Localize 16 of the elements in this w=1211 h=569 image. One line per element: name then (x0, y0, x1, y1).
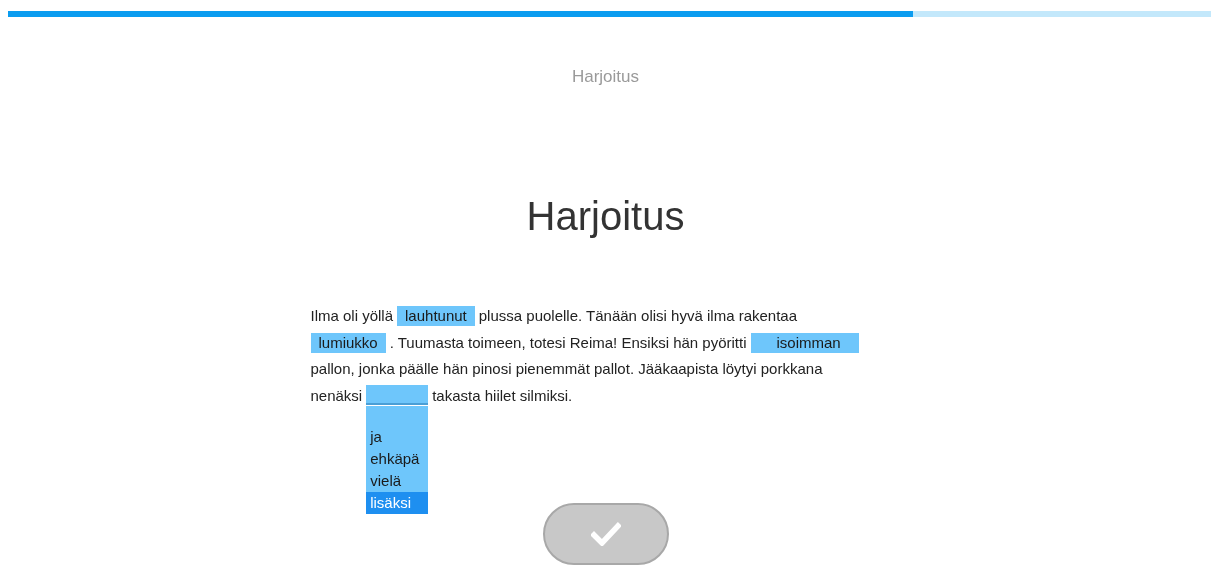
passage-text: Ilma oli yöllä (310, 307, 394, 324)
checkmark-icon (590, 522, 621, 546)
page-header: Harjoitus (571, 67, 640, 87)
dropdown-option[interactable]: ja (366, 425, 429, 448)
passage-text: plussa puolelle. Tänään olisi hyvä ilma rakentaa (478, 307, 797, 324)
passage-text: takasta hiilet silmiksi. (432, 386, 573, 404)
dropdown-option[interactable]: vielä (366, 469, 429, 492)
dropdown-option[interactable]: ehkäpä (366, 447, 429, 470)
answer-dropdown[interactable] (366, 384, 429, 405)
passage-text: pallon, jonka päälle hän pinosi pienemmät pallot. Jääkaapista löytyi porkkana (310, 360, 823, 377)
exercise-title: Harjoitus (526, 193, 685, 240)
passage-text: . Tuumasta toimeen, totesi Reima! Ensiksi hän pyöritti (389, 333, 747, 351)
answer-dropdown[interactable]: isoimman (750, 332, 859, 353)
answer-dropdown[interactable]: lauhtunut (397, 306, 475, 326)
answer-dropdown[interactable]: lumiukko (310, 332, 386, 353)
passage-text: nenäksi (310, 386, 363, 404)
